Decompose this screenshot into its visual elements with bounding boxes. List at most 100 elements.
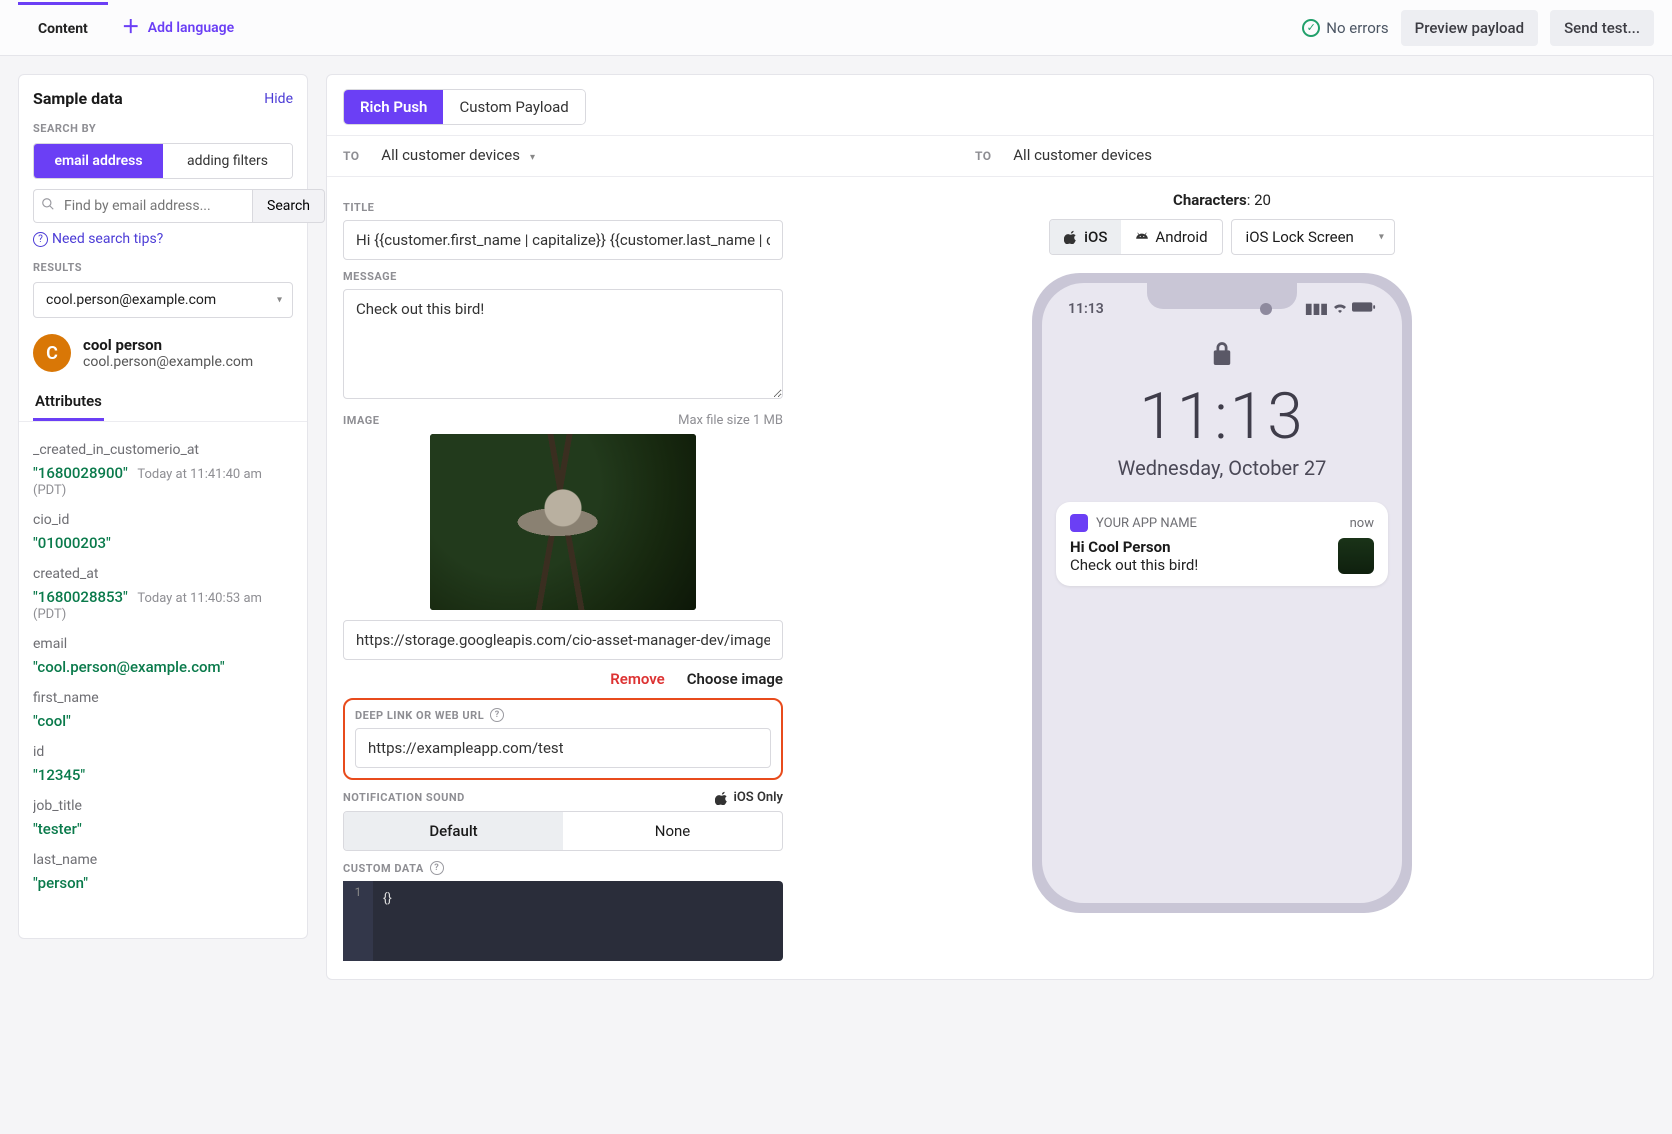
remove-image-button[interactable]: Remove — [610, 670, 665, 688]
to-row: TO All customer devices▾ TO All customer… — [327, 136, 1653, 177]
lock-time: 11:13 — [1042, 379, 1402, 454]
to-value-select[interactable]: All customer devices▾ — [381, 146, 535, 164]
title-input[interactable] — [343, 220, 783, 260]
search-tips-label: Need search tips? — [52, 231, 163, 247]
app-name: YOUR APP NAME — [1096, 516, 1197, 531]
send-test-button[interactable]: Send test... — [1550, 10, 1654, 46]
to-value-preview: All customer devices — [1013, 146, 1152, 164]
toggle-email-address[interactable]: email address — [34, 144, 163, 178]
search-tips-link[interactable]: ? Need search tips? — [33, 231, 293, 247]
attr-row: email "cool.person@example.com" — [33, 636, 293, 676]
notif-time: now — [1350, 516, 1374, 531]
sound-default[interactable]: Default — [344, 812, 563, 850]
notif-thumbnail — [1338, 538, 1374, 574]
attr-row: cio_id "01000203" — [33, 512, 293, 552]
tab-custom-payload[interactable]: Custom Payload — [443, 90, 584, 124]
image-max-size: Max file size 1 MB — [678, 413, 783, 428]
notification-card: YOUR APP NAME now Hi Cool Person Check o… — [1056, 502, 1388, 586]
platform-toggle: iOS Android — [1049, 219, 1222, 255]
custom-data-label: CUSTOM DATA ? — [343, 861, 783, 875]
add-language-button[interactable]: ＋ Add language — [108, 19, 248, 37]
results-select[interactable]: cool.person@example.com — [33, 282, 293, 318]
line-number: 1 — [343, 881, 373, 961]
preview-screen-select[interactable]: iOS Lock Screen — [1231, 219, 1395, 255]
toggle-adding-filters[interactable]: adding filters — [163, 144, 292, 178]
attributes-list: _created_in_customerio_at "1680028900" T… — [33, 422, 293, 934]
apple-icon — [715, 791, 729, 805]
app-icon — [1070, 514, 1088, 532]
notif-message: Check out this bird! — [1070, 556, 1328, 574]
title-label: TITLE — [343, 201, 783, 214]
android-icon — [1135, 230, 1149, 244]
battery-icon — [1352, 301, 1376, 317]
search-by-label: SEARCH BY — [33, 122, 293, 135]
attr-key: last_name — [33, 852, 293, 868]
message-input[interactable]: Check out this bird! — [343, 289, 783, 399]
attr-value: "01000203" — [33, 534, 111, 552]
hide-button[interactable]: Hide — [264, 91, 293, 107]
platform-android[interactable]: Android — [1121, 220, 1221, 254]
person-name: cool person — [83, 336, 253, 354]
attr-row: id "12345" — [33, 744, 293, 784]
sound-none[interactable]: None — [563, 812, 782, 850]
attr-row: first_name "cool" — [33, 690, 293, 730]
attr-value: "12345" — [33, 766, 85, 784]
lock-icon — [1042, 341, 1402, 373]
platform-ios[interactable]: iOS — [1050, 220, 1121, 254]
notification-sound-label: NOTIFICATION SOUND iOS Only — [343, 790, 783, 805]
help-icon[interactable]: ? — [490, 708, 504, 722]
attr-key: first_name — [33, 690, 293, 706]
form-column: TITLE MESSAGE Check out this bird! IMAGE… — [343, 191, 783, 961]
results-label: RESULTS — [33, 261, 293, 274]
preview-column: Characters: 20 iOS Android iOS Lock Scre — [807, 191, 1637, 961]
deep-link-input[interactable] — [355, 728, 771, 768]
attributes-tab[interactable]: Attributes — [33, 384, 104, 421]
attr-key: _created_in_customerio_at — [33, 442, 293, 458]
attr-key: cio_id — [33, 512, 293, 528]
bird-image — [430, 434, 696, 610]
deep-link-label: DEEP LINK OR WEB URL ? — [355, 708, 771, 722]
character-count: Characters: 20 — [1173, 191, 1271, 209]
attr-row: job_title "tester" — [33, 798, 293, 838]
attr-value: "1680028853" — [33, 588, 128, 606]
attr-key: created_at — [33, 566, 293, 582]
image-url-input[interactable] — [343, 620, 783, 660]
attr-key: job_title — [33, 798, 293, 814]
apple-icon — [1064, 230, 1078, 244]
custom-data-editor[interactable]: 1 {} — [343, 881, 783, 961]
tab-rich-push[interactable]: Rich Push — [344, 90, 443, 124]
person-card: C cool person cool.person@example.com — [33, 334, 293, 372]
attr-row: last_name "person" — [33, 852, 293, 892]
payload-type-toggle: Rich Push Custom Payload — [343, 89, 586, 125]
attr-value: "cool.person@example.com" — [33, 658, 225, 676]
phone-screen: 11:13 ▮▮▮ — [1042, 283, 1402, 903]
help-icon[interactable]: ? — [430, 861, 444, 875]
search-input[interactable] — [33, 189, 252, 223]
to-label-preview: TO — [975, 149, 992, 163]
editor-panel: Rich Push Custom Payload TO All customer… — [326, 74, 1654, 980]
preview-payload-button[interactable]: Preview payload — [1401, 10, 1538, 46]
choose-image-button[interactable]: Choose image — [687, 670, 783, 688]
search-icon — [41, 197, 55, 215]
search-button[interactable]: Search — [252, 189, 325, 223]
to-label: TO — [343, 149, 360, 163]
lock-date: Wednesday, October 27 — [1042, 456, 1402, 480]
attr-row: _created_in_customerio_at "1680028900" T… — [33, 442, 293, 498]
check-circle-icon: ✓ — [1302, 19, 1320, 37]
signal-icon: ▮▮▮ — [1305, 301, 1328, 317]
plus-icon: ＋ — [122, 19, 140, 37]
phone-frame: 11:13 ▮▮▮ — [1032, 273, 1412, 913]
deep-link-section: DEEP LINK OR WEB URL ? — [343, 698, 783, 780]
sample-data-panel: Sample data Hide SEARCH BY email address… — [18, 74, 308, 939]
sound-toggle: Default None — [343, 811, 783, 851]
notif-title: Hi Cool Person — [1070, 538, 1328, 556]
no-errors-label: No errors — [1326, 19, 1388, 37]
attr-value: "tester" — [33, 820, 82, 838]
attr-row: created_at "1680028853" Today at 11:40:5… — [33, 566, 293, 622]
topbar: Content ＋ Add language ✓ No errors Previ… — [0, 0, 1672, 56]
add-language-label: Add language — [148, 20, 234, 36]
image-preview — [430, 434, 696, 610]
avatar: C — [33, 334, 71, 372]
tab-content[interactable]: Content — [18, 3, 108, 53]
image-label: IMAGE Max file size 1 MB — [343, 413, 783, 428]
